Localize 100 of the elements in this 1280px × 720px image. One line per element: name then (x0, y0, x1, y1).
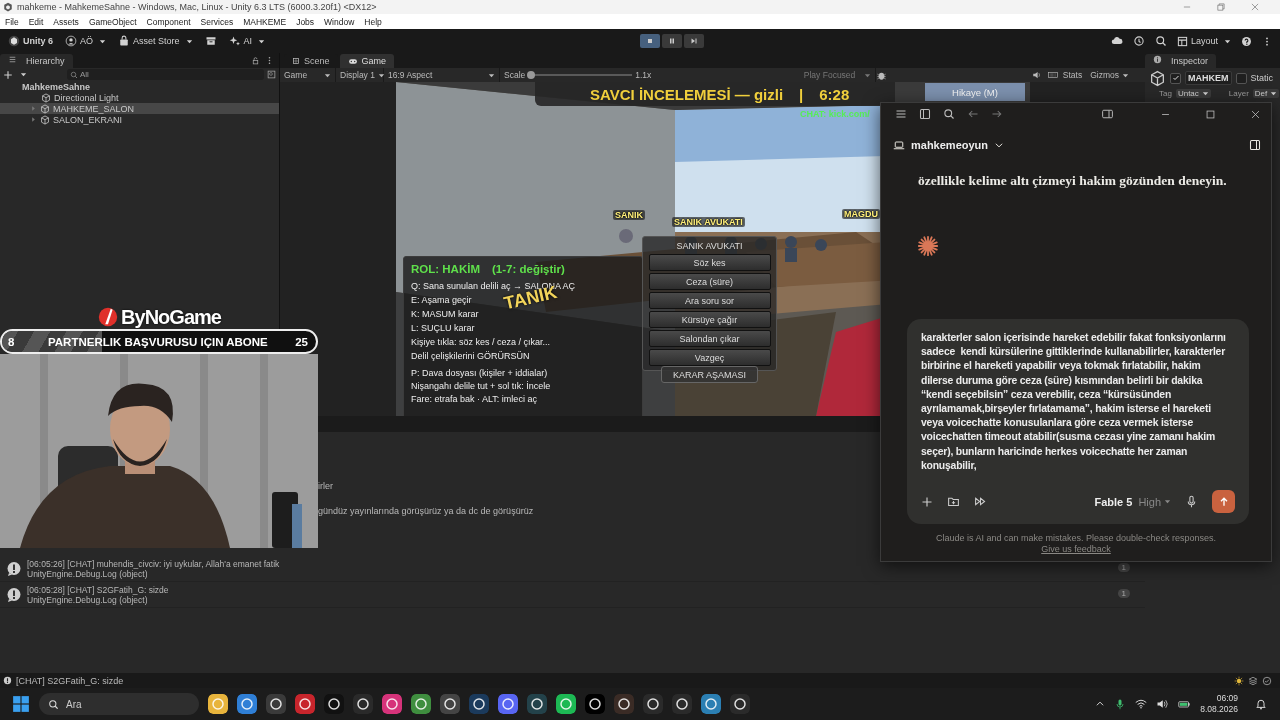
inspector-tab[interactable]: Inspector (1145, 54, 1217, 68)
count-badge: 1 (1117, 563, 1130, 572)
stats-button[interactable]: Stats (1058, 70, 1087, 80)
lock-icon[interactable] (251, 56, 260, 65)
fast-forward-icon[interactable] (974, 495, 987, 509)
scale-slider-thumb[interactable] (527, 71, 536, 79)
name-field[interactable]: MAHKEM (1185, 71, 1232, 85)
hierarchy-item[interactable]: Directional Light (54, 92, 119, 103)
start-icon[interactable] (12, 695, 30, 713)
close-icon[interactable] (1250, 108, 1261, 120)
menu-item[interactable]: Services (200, 16, 234, 27)
message-field[interactable]: karakterler salon içerisinde hareket edebilir fakat fonksiyonlarını sadece kendi kürsülerine gittiklerinde kullanabilirler, karakterler birbirine el hareketi yapabilir veya tokmak fırlatabilir, hakim dilerse duruma göre ceza (süre) kısmından belirli bir dakika “kendi seçebilsin” ceza verebilir, ceza “kürsüsünden ayrılamamak,birşeyler fırlatamama”, hakim isterse el hareketi veya voicechatte konusulanlara göre ceza vermek isterse voicechatten timeout atabilir(susma cezası yine zamanı hakim seçer), bunların haricinde herkes voicechatte her zaman konuşabilir, (921, 331, 1235, 474)
microphone-icon[interactable] (1185, 495, 1198, 509)
microphone-icon[interactable] (1114, 698, 1127, 710)
layers-icon[interactable] (1248, 675, 1258, 686)
model-selector[interactable]: Fable 5 (1094, 495, 1133, 508)
shortcut-line: Kişiye tıkla: söz kes / ceza / çıkar... (411, 336, 551, 349)
unity-button[interactable]: Unity 6 (8, 35, 53, 47)
menu-item[interactable]: Component (146, 16, 191, 27)
play-control-button[interactable] (662, 34, 682, 48)
project-selector[interactable]: mahkemeoyun (911, 139, 989, 151)
keyboard-icon[interactable] (1046, 70, 1059, 80)
timer: 6:28 (819, 85, 850, 103)
menu-item[interactable]: Assets (53, 16, 79, 27)
ai-dropdown[interactable]: AI (228, 35, 266, 47)
feedback-link[interactable]: Give us feedback (1041, 544, 1111, 555)
archive-icon[interactable] (204, 35, 217, 47)
layer-dropdown[interactable]: Def (1252, 89, 1280, 98)
wifi-icon[interactable] (1135, 698, 1148, 710)
view-tab[interactable]: Game (339, 54, 395, 68)
play-control-button[interactable] (684, 34, 704, 48)
help-line: Nişangahı delile tut + sol tık: İncele (411, 380, 552, 393)
search-icon[interactable] (943, 108, 955, 120)
history-icon[interactable] (1132, 35, 1145, 47)
cloud-icon[interactable] (1110, 35, 1123, 47)
layout-dropdown[interactable]: Layout (1176, 35, 1231, 47)
verdict-button[interactable]: KARAR AŞAMASI (661, 366, 758, 383)
action-button[interactable]: Salondan çıkar (648, 330, 771, 347)
asset-store-dropdown[interactable]: Asset Store (118, 35, 193, 47)
menu-icon[interactable] (895, 108, 907, 120)
back-arrow-icon[interactable] (967, 108, 979, 120)
bell-icon[interactable] (1255, 698, 1267, 710)
speaker-icon[interactable] (1156, 698, 1169, 710)
menu-item[interactable]: Jobs (296, 16, 315, 27)
menu-item[interactable]: Help (364, 16, 382, 27)
caret-icon (1201, 90, 1209, 97)
battery-icon[interactable] (1177, 698, 1192, 710)
chevron-up-icon[interactable] (1095, 699, 1106, 709)
maximize-icon[interactable] (1205, 108, 1216, 120)
chevron-down-icon[interactable] (994, 140, 1005, 150)
exclamation-icon (6, 560, 22, 577)
expand-arrow-icon[interactable] (30, 116, 37, 123)
tag-dropdown[interactable]: Untac (1175, 89, 1211, 98)
window-title: mahkeme - MahkemeSahne - Windows, Mac, Linux - Unity 6.3 LTS (6000.3.20f1) <DX12> (17, 2, 377, 12)
log-message[interactable]: [06:05:28] [CHAT] S2GFatih_G: sizde (27, 584, 169, 595)
menu-item[interactable]: MAHKEME (243, 16, 287, 27)
check-circle-icon[interactable] (1262, 675, 1272, 686)
search-field[interactable]: Ara (39, 693, 199, 715)
panel-icon[interactable] (1101, 108, 1114, 120)
sidebar-icon[interactable] (919, 108, 931, 120)
action-button[interactable]: Vazgeç (648, 349, 771, 366)
log-message[interactable]: [06:05:26] [CHAT] muhendis_civciv: iyi uykular, Allah'a emanet fatik (27, 558, 280, 569)
help-icon[interactable] (1241, 35, 1252, 47)
gamepad-icon (347, 56, 358, 66)
add-icon[interactable] (921, 495, 933, 508)
search-icon[interactable] (1154, 35, 1167, 47)
menu-item[interactable]: File (5, 16, 19, 27)
caret-icon (1122, 71, 1129, 79)
menu-item[interactable]: GameObject (88, 16, 137, 27)
forward-arrow-icon[interactable] (991, 108, 1003, 120)
exclamation-icon (3, 676, 12, 685)
menu-item[interactable]: Window (324, 16, 355, 27)
action-button[interactable]: Kürsüye çağır (648, 311, 771, 328)
scene-row[interactable]: MahkemeSahne (0, 81, 279, 92)
send-button[interactable] (1212, 490, 1235, 514)
logo-icon (97, 306, 120, 328)
effort-dropdown[interactable]: High (1138, 495, 1171, 508)
console-text: irler (318, 481, 333, 491)
hierarchy-tab[interactable]: Hierarchy (0, 54, 73, 68)
sun-icon[interactable] (1234, 675, 1244, 686)
active-checkbox[interactable] (1170, 72, 1181, 84)
search-field[interactable]: All (67, 69, 264, 80)
gizmos-dropdown[interactable]: Gizmos (1086, 70, 1133, 80)
add-icon[interactable] (3, 69, 13, 80)
bag-icon (118, 35, 131, 47)
list-icon (8, 55, 17, 64)
action-button[interactable]: Söz kes (648, 254, 771, 271)
folder-add-icon[interactable] (947, 495, 960, 509)
goal-target: 25 (295, 335, 308, 348)
hierarchy-item[interactable]: SALON_EKRANI (53, 114, 123, 125)
menu-item[interactable]: Edit (28, 16, 44, 27)
account-dropdown[interactable]: AÖ (65, 35, 107, 47)
static-checkbox[interactable] (1235, 72, 1247, 84)
caret-icon (20, 71, 27, 78)
play-control-button[interactable] (640, 34, 660, 48)
speaker-icon[interactable] (1031, 70, 1042, 80)
action-button[interactable]: Ceza (süre) (648, 273, 771, 290)
scale-value: 1.1x (635, 70, 652, 80)
shortcut-line: E: Aşama geçir (411, 294, 472, 307)
action-button[interactable]: Ara soru sor (648, 292, 771, 309)
